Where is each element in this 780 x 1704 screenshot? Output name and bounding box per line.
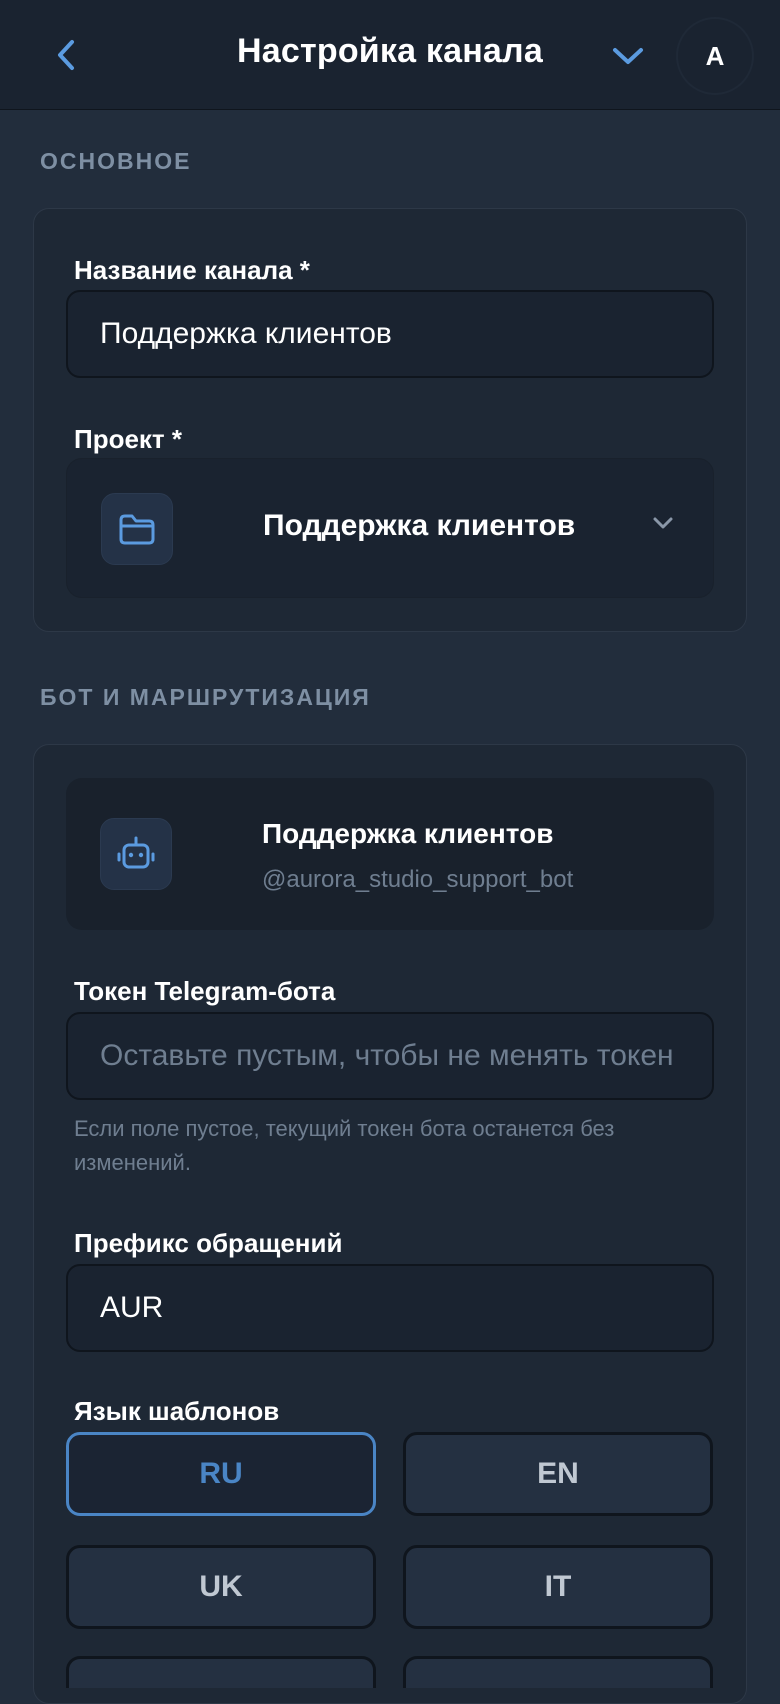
token-input[interactable] <box>66 1012 714 1100</box>
bot-handle: @aurora_studio_support_bot <box>262 866 574 893</box>
language-option-ru[interactable]: RU <box>66 1432 376 1516</box>
language-label: Язык шаблонов <box>74 1396 280 1426</box>
chevron-down-icon <box>653 517 673 529</box>
chevron-down-icon <box>613 48 643 64</box>
bot-name: Поддержка клиентов <box>262 818 554 849</box>
prefix-label: Префикс обращений <box>74 1228 343 1258</box>
folder-icon <box>119 514 155 545</box>
back-button[interactable] <box>44 30 88 80</box>
language-option-it[interactable]: IT <box>403 1545 713 1629</box>
project-select-value: Поддержка клиентов <box>263 509 576 542</box>
language-option-en[interactable]: EN <box>403 1432 713 1516</box>
token-hint: Если поле пустое, текущий токен бота ост… <box>74 1116 615 1175</box>
section-title-basic: ОСНОВНОЕ <box>40 148 192 174</box>
language-option-more-2[interactable] <box>403 1656 713 1688</box>
prefix-input[interactable] <box>66 1264 714 1352</box>
avatar[interactable]: A <box>676 17 754 95</box>
section-title-bot: БОТ И МАРШРУТИЗАЦИЯ <box>40 684 371 710</box>
robot-icon <box>117 836 155 869</box>
bot-info-card: Поддержка клиентов @aurora_studio_suppor… <box>66 778 714 930</box>
token-label: Токен Telegram-бота <box>74 976 336 1006</box>
bot-icon-tile <box>100 818 172 890</box>
language-option-more-1[interactable] <box>66 1656 376 1688</box>
chevron-left-icon <box>58 40 74 70</box>
project-icon-tile <box>101 493 173 565</box>
project-label: Проект * <box>74 424 182 454</box>
page-title: Настройка канала <box>237 32 543 70</box>
channel-name-input[interactable] <box>66 290 714 378</box>
channel-name-label: Название канала * <box>74 255 310 285</box>
project-select[interactable]: Поддержка клиентов <box>66 458 714 598</box>
expand-button[interactable] <box>604 34 652 78</box>
language-option-uk[interactable]: UK <box>66 1545 376 1629</box>
app-header: Настройка канала A <box>0 0 780 110</box>
